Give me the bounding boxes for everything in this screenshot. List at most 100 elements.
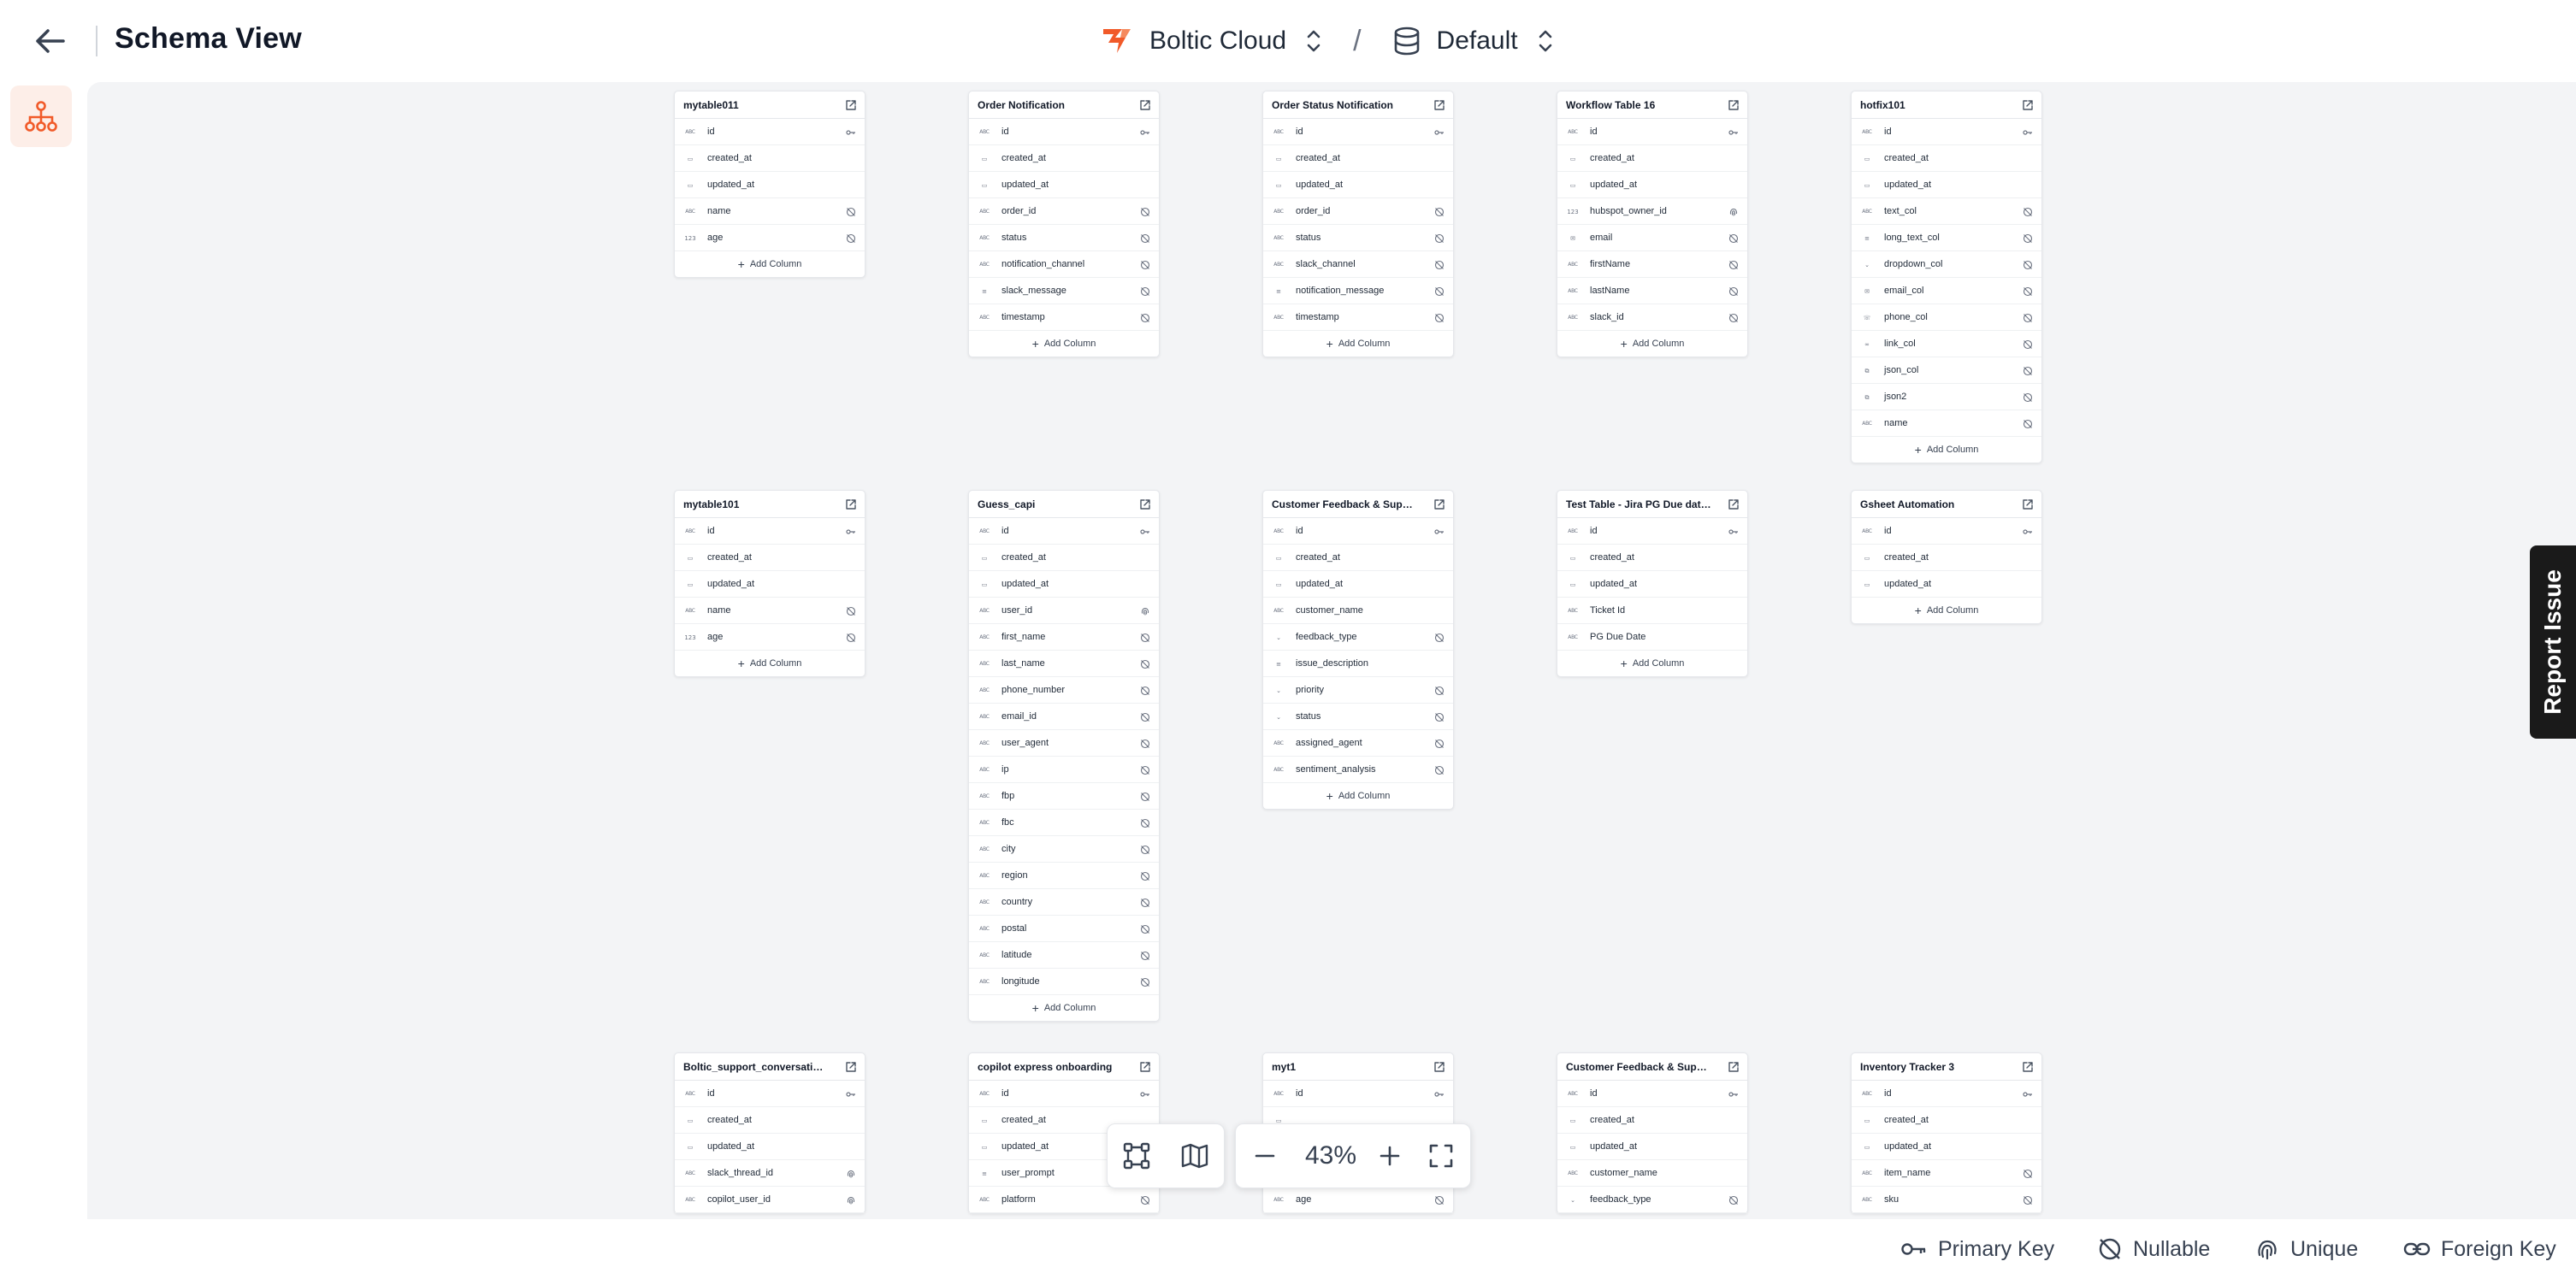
column-row[interactable]: ▭ updated_at	[675, 1134, 865, 1160]
column-row[interactable]: ABC name	[1852, 410, 2041, 437]
column-row[interactable]: ▭ updated_at	[1852, 172, 2041, 198]
column-row[interactable]: ABC id	[1557, 518, 1747, 545]
report-issue-button[interactable]: Report Issue	[2530, 545, 2576, 739]
column-row[interactable]: ▭ updated_at	[1557, 1134, 1747, 1160]
add-column-button[interactable]: + Add Column	[969, 995, 1159, 1021]
add-column-button[interactable]: + Add Column	[1557, 651, 1747, 676]
column-row[interactable]: ABC platform	[969, 1187, 1159, 1213]
column-row[interactable]: ABC order_id	[1263, 198, 1453, 225]
open-external-icon[interactable]	[2021, 98, 2035, 112]
open-external-icon[interactable]	[1727, 498, 1740, 511]
column-row[interactable]: ⌄ dropdown_col	[1852, 251, 2041, 278]
column-row[interactable]: ☏ phone_col	[1852, 304, 2041, 331]
open-external-icon[interactable]	[1138, 498, 1152, 511]
add-column-button[interactable]: + Add Column	[1263, 783, 1453, 809]
column-row[interactable]: ABC user_id	[969, 598, 1159, 624]
column-row[interactable]: ▭ updated_at	[1263, 172, 1453, 198]
column-row[interactable]: ABC id	[1852, 119, 2041, 145]
open-external-icon[interactable]	[844, 98, 858, 112]
table-card[interactable]: Customer Feedback & Suppor... ABC id ▭ creat…	[1557, 1052, 1748, 1214]
column-row[interactable]: ▭ updated_at	[1557, 172, 1747, 198]
column-row[interactable]: ABC country	[969, 889, 1159, 916]
minimap-button[interactable]	[1166, 1123, 1224, 1188]
open-external-icon[interactable]	[1727, 98, 1740, 112]
table-card[interactable]: mytable011 ABC id ▭ created_at ▭ updated_at ABC…	[674, 91, 866, 278]
column-row[interactable]: ▭ created_at	[1557, 1107, 1747, 1134]
column-row[interactable]: ABC fbc	[969, 810, 1159, 836]
table-card[interactable]: Boltic_support_conversations ABC id ▭ create…	[674, 1052, 866, 1214]
add-column-button[interactable]: + Add Column	[1852, 437, 2041, 463]
column-row[interactable]: ABC id	[1852, 518, 2041, 545]
column-row[interactable]: ▭ updated_at	[1852, 571, 2041, 598]
column-row[interactable]: ABC sentiment_analysis	[1263, 757, 1453, 783]
fit-view-button[interactable]	[1108, 1123, 1166, 1188]
column-row[interactable]: ABC customer_name	[1557, 1160, 1747, 1187]
column-row[interactable]: ABC email_id	[969, 704, 1159, 730]
table-card[interactable]: Workflow Table 16 ABC id ▭ created_at ▭ update…	[1557, 91, 1748, 357]
open-external-icon[interactable]	[1433, 498, 1446, 511]
column-row[interactable]: ABC id	[1852, 1081, 2041, 1107]
column-row[interactable]: ABC slack_id	[1557, 304, 1747, 331]
open-external-icon[interactable]	[1433, 1060, 1446, 1074]
column-row[interactable]: ABC id	[1557, 1081, 1747, 1107]
column-row[interactable]: ABC id	[969, 518, 1159, 545]
add-column-button[interactable]: + Add Column	[1263, 331, 1453, 357]
column-row[interactable]: 123 hubspot_owner_id	[1557, 198, 1747, 225]
column-row[interactable]: ✉ email_col	[1852, 278, 2041, 304]
column-row[interactable]: ABC id	[675, 1081, 865, 1107]
open-external-icon[interactable]	[1138, 1060, 1152, 1074]
column-row[interactable]: 123 age	[675, 225, 865, 251]
column-row[interactable]: ABC ip	[969, 757, 1159, 783]
column-row[interactable]: ABC PG Due Date	[1557, 624, 1747, 651]
table-card[interactable]: Gsheet Automation ABC id ▭ created_at ▭ update…	[1851, 490, 2042, 624]
open-external-icon[interactable]	[2021, 498, 2035, 511]
column-row[interactable]: ABC id	[675, 518, 865, 545]
column-row[interactable]: ≡ slack_message	[969, 278, 1159, 304]
column-row[interactable]: ABC id	[969, 1081, 1159, 1107]
column-row[interactable]: ABC id	[1263, 1081, 1453, 1107]
column-row[interactable]: ▭ created_at	[1557, 145, 1747, 172]
column-row[interactable]: ⌄ status	[1263, 704, 1453, 730]
database-selector[interactable]: Default	[1392, 26, 1554, 56]
column-row[interactable]: ABC fbp	[969, 783, 1159, 810]
workspace-selector[interactable]: Boltic Cloud	[1100, 26, 1322, 56]
column-row[interactable]: ▭ updated_at	[675, 172, 865, 198]
column-row[interactable]: ABC lastName	[1557, 278, 1747, 304]
column-row[interactable]: ▭ created_at	[969, 545, 1159, 571]
column-row[interactable]: ABC age	[1263, 1187, 1453, 1213]
column-row[interactable]: ⌄ feedback_type	[1557, 1187, 1747, 1213]
column-row[interactable]: ABC slack_thread_id	[675, 1160, 865, 1187]
column-row[interactable]: ABC longitude	[969, 969, 1159, 995]
add-column-button[interactable]: + Add Column	[675, 651, 865, 676]
column-row[interactable]: ≡ issue_description	[1263, 651, 1453, 677]
column-row[interactable]: ▭ created_at	[675, 1107, 865, 1134]
schema-view-nav-button[interactable]	[10, 85, 72, 147]
back-button[interactable]	[31, 24, 68, 58]
column-row[interactable]: ABC sku	[1852, 1187, 2041, 1213]
zoom-out-button[interactable]	[1236, 1123, 1294, 1188]
column-row[interactable]: ABC id	[1263, 119, 1453, 145]
column-row[interactable]: ABC id	[1263, 518, 1453, 545]
column-row[interactable]: ▭ created_at	[675, 545, 865, 571]
column-row[interactable]: ABC user_agent	[969, 730, 1159, 757]
column-row[interactable]: ABC status	[1263, 225, 1453, 251]
column-row[interactable]: ≡ notification_message	[1263, 278, 1453, 304]
table-card[interactable]: Test Table - Jira PG Due date ... ABC id ▭ c…	[1557, 490, 1748, 677]
column-row[interactable]: ▭ updated_at	[1852, 1134, 2041, 1160]
column-row[interactable]: ABC city	[969, 836, 1159, 863]
column-row[interactable]: ABC timestamp	[1263, 304, 1453, 331]
column-row[interactable]: ABC phone_number	[969, 677, 1159, 704]
column-row[interactable]: ABC name	[675, 598, 865, 624]
schema-canvas[interactable]: mytable011 ABC id ▭ created_at ▭ updated_at ABC…	[87, 82, 2576, 1219]
column-row[interactable]: ABC Ticket Id	[1557, 598, 1747, 624]
column-row[interactable]: ABC first_name	[969, 624, 1159, 651]
column-row[interactable]: ▭ created_at	[1557, 545, 1747, 571]
column-row[interactable]: ABC copilot_user_id	[675, 1187, 865, 1213]
column-row[interactable]: ABC region	[969, 863, 1159, 889]
open-external-icon[interactable]	[1727, 1060, 1740, 1074]
column-row[interactable]: ▭ created_at	[1263, 145, 1453, 172]
column-row[interactable]: ∞ link_col	[1852, 331, 2041, 357]
zoom-in-button[interactable]	[1368, 1123, 1412, 1188]
table-card[interactable]: Inventory Tracker 3 ABC id ▭ created_at ▭ upda…	[1851, 1052, 2042, 1214]
column-row[interactable]: ABC assigned_agent	[1263, 730, 1453, 757]
